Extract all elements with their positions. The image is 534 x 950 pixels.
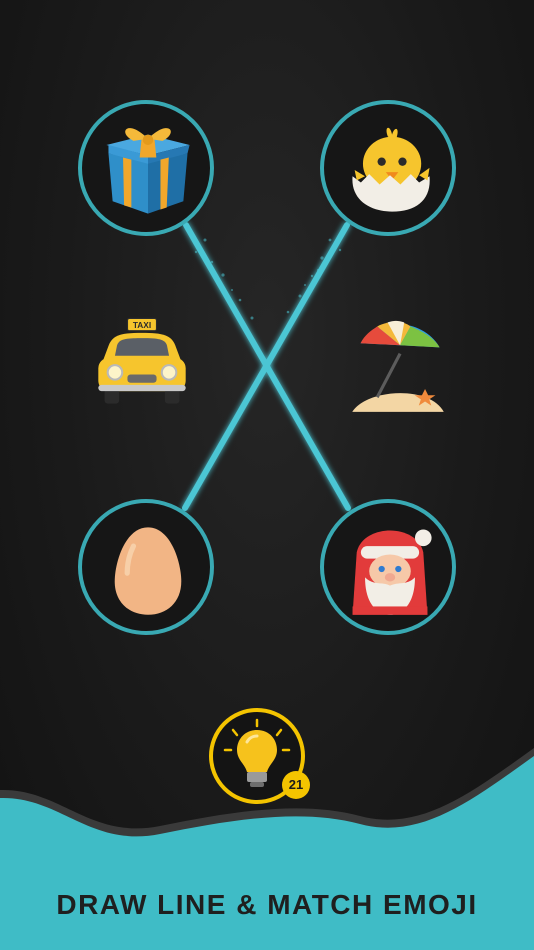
tagline: DRAW LINE & MATCH EMOJI (56, 889, 478, 920)
beach-umbrella-icon[interactable] (346, 312, 450, 416)
taxi-sign-text: TAXI (133, 320, 151, 330)
hatching-chick-icon[interactable] (338, 118, 442, 222)
santa-icon[interactable] (338, 517, 442, 621)
gift-icon[interactable] (96, 118, 200, 222)
egg-icon[interactable] (96, 517, 200, 621)
taxi-icon[interactable]: TAXI (90, 310, 194, 414)
